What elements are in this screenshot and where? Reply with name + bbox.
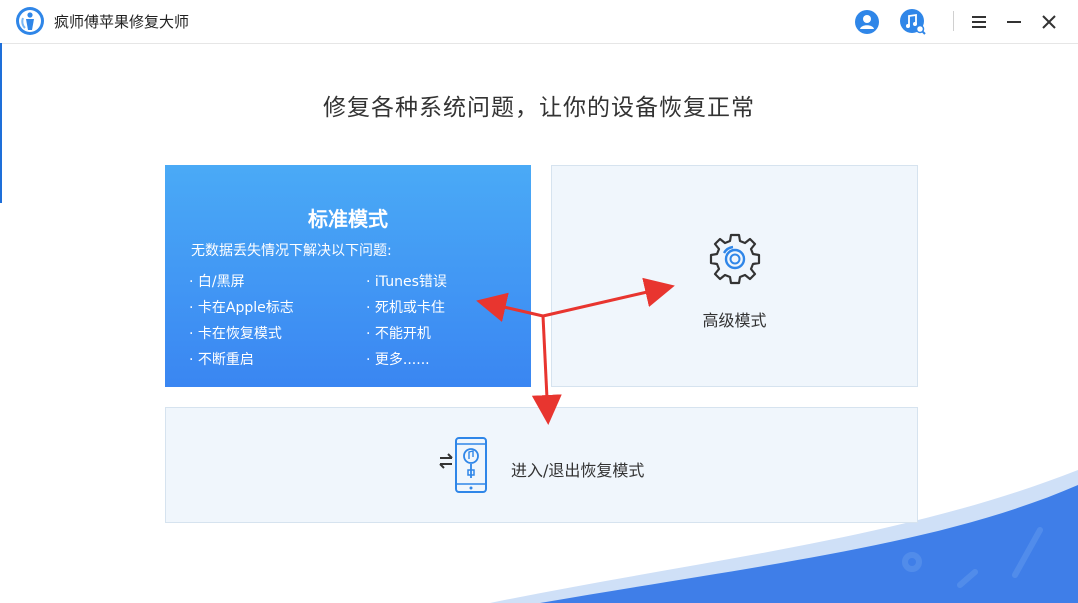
- issue-item: · 不能开机: [366, 326, 431, 342]
- recovery-mode-label: 进入/退出恢复模式: [511, 461, 645, 480]
- issue-item: · 白/黑屏: [189, 274, 245, 290]
- issue-item: · 不断重启: [189, 352, 254, 368]
- title-bar: 疯师傅苹果修复大师: [0, 0, 1078, 44]
- issue-item: · 卡在Apple标志: [189, 300, 294, 316]
- window-edge: [0, 43, 2, 203]
- issue-item: · 更多......: [366, 352, 430, 368]
- issue-item: · iTunes错误: [366, 274, 447, 290]
- minimize-button[interactable]: [1000, 8, 1028, 36]
- recovery-mode-card[interactable]: 进入/退出恢复模式: [165, 407, 918, 523]
- gear-icon: [709, 233, 761, 285]
- issue-item: · 卡在恢复模式: [189, 326, 282, 342]
- menu-button[interactable]: [965, 8, 993, 36]
- page-headline: 修复各种系统问题，让你的设备恢复正常: [323, 95, 755, 121]
- close-button[interactable]: [1035, 8, 1063, 36]
- toolbar-separator: [953, 11, 954, 31]
- issue-item: · 死机或卡住: [366, 300, 445, 316]
- menu-icon: [972, 16, 986, 28]
- phone-recovery-icon: [439, 437, 487, 493]
- app-title: 疯师傅苹果修复大师: [54, 13, 190, 31]
- music-search-icon: [900, 9, 926, 35]
- standard-mode-title: 标准模式: [308, 207, 388, 231]
- app-logo-icon: [16, 7, 44, 35]
- standard-mode-card[interactable]: 标准模式 无数据丢失情况下解决以下问题: · 白/黑屏 · 卡在Apple标志 …: [165, 165, 531, 387]
- advanced-mode-card[interactable]: 高级模式: [551, 165, 918, 387]
- standard-mode-subtitle: 无数据丢失情况下解决以下问题:: [191, 243, 392, 259]
- music-search-button[interactable]: [899, 8, 927, 36]
- minimize-icon: [1007, 21, 1021, 23]
- close-icon: [1042, 15, 1056, 29]
- user-icon: [855, 10, 879, 34]
- advanced-mode-label: 高级模式: [702, 311, 767, 330]
- user-button[interactable]: [853, 8, 881, 36]
